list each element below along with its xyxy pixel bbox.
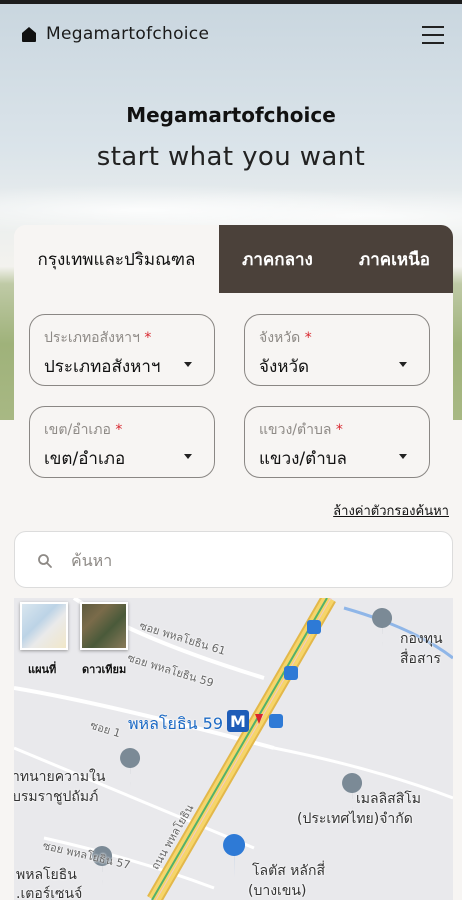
tab-bangkok[interactable]: กรุงเทพและปริมณฑล	[14, 225, 219, 293]
property-type-select[interactable]: ประเภทอสังหาฯ * ประเภทอสังหาฯ	[29, 314, 215, 386]
search-box	[14, 531, 453, 588]
map-view[interactable]: M แผนที่ ดาวเทียม ซอย พหลโยธิน 61 ซอย พห…	[14, 598, 453, 900]
subdistrict-value: แขวง/ตำบล	[259, 449, 347, 469]
district-label: เขต/อำเภอ *	[44, 422, 123, 438]
search-filter-card: กรุงเทพและปริมณฑล ภาคกลาง ภาคเหนือ ประเภ…	[14, 225, 453, 523]
map-label: โลตัส หลักสี่	[252, 863, 326, 879]
brand-link[interactable]: Megamartofchoice	[20, 24, 209, 44]
hamburger-menu-icon[interactable]	[422, 26, 444, 44]
property-type-value: ประเภทอสังหาฯ	[44, 357, 161, 377]
brand-name: Megamartofchoice	[46, 24, 210, 44]
search-icon	[38, 554, 52, 568]
caret-down-icon	[184, 454, 192, 459]
map-label: (ประเทศไทย)จำกัด	[297, 811, 413, 827]
station-label: พหลโยธิน 59	[128, 714, 224, 733]
subdistrict-select[interactable]: แขวง/ตำบล * แขวง/ตำบล	[244, 406, 430, 478]
tab-central[interactable]: ภาคกลาง	[219, 225, 336, 293]
province-label: จังหวัด *	[259, 330, 312, 346]
page-subtitle: start what you want	[96, 142, 366, 172]
status-bar	[0, 0, 462, 4]
satellite-layer-thumbnail[interactable]	[80, 602, 128, 650]
svg-text:M: M	[230, 712, 246, 731]
search-input[interactable]	[71, 544, 431, 576]
property-type-label: ประเภทอสังหาฯ *	[44, 330, 152, 346]
map-label: กองทุน	[400, 631, 443, 647]
province-value: จังหวัด	[259, 357, 310, 377]
caret-down-icon	[184, 362, 192, 367]
page-title: Megamartofchoice	[126, 103, 336, 127]
map-layer-label: แผนที่	[28, 663, 57, 676]
home-icon	[22, 27, 36, 42]
subdistrict-label: แขวง/ตำบล *	[259, 422, 343, 438]
map-layer-thumbnail[interactable]	[20, 602, 68, 650]
clear-filters-link[interactable]: ล้างค่าตัวกรองค้นหา	[333, 500, 449, 521]
district-value: เขต/อำเภอ	[44, 449, 126, 469]
province-select[interactable]: จังหวัด * จังหวัด	[244, 314, 430, 386]
map-label: เมลลิสสิโม	[356, 791, 422, 807]
map-label: .เตอร์เซนจ์	[16, 886, 83, 900]
map-label: สื่อสาร	[400, 651, 441, 667]
caret-down-icon	[399, 454, 407, 459]
caret-down-icon	[399, 362, 407, 367]
map-label: (บางเขน)	[248, 883, 307, 899]
satellite-layer-label: ดาวเทียม	[82, 663, 127, 676]
region-tabs: กรุงเทพและปริมณฑล ภาคกลาง ภาคเหนือ	[14, 225, 453, 293]
map-label: าทนายความใน	[14, 769, 106, 785]
district-select[interactable]: เขต/อำเภอ * เขต/อำเภอ	[29, 406, 215, 478]
map-label: บรมราชูปถัมภ์	[14, 789, 99, 805]
tab-north[interactable]: ภาคเหนือ	[336, 225, 453, 293]
